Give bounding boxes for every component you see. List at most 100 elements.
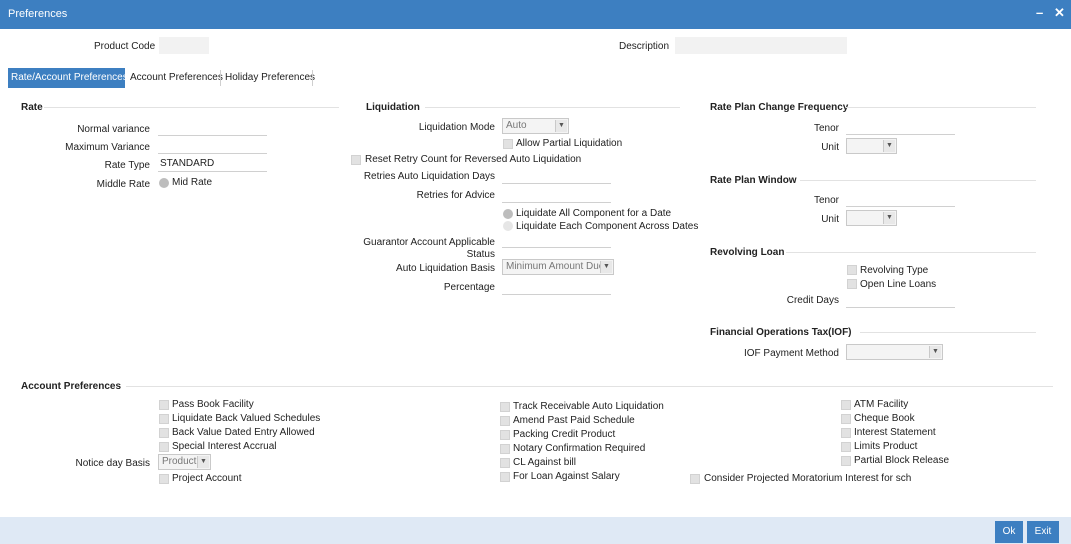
- liquidation-mode-value: Auto: [506, 120, 527, 131]
- description-label: Description: [619, 41, 670, 52]
- loan-against-salary-label: For Loan Against Salary: [513, 471, 620, 482]
- section-divider: [44, 107, 339, 108]
- exit-button[interactable]: Exit: [1027, 521, 1059, 543]
- rate-plan-window-title: Rate Plan Window: [710, 175, 797, 186]
- notary-confirmation-checkbox[interactable]: [500, 444, 510, 454]
- rate-plan-tenor-input[interactable]: [846, 119, 955, 135]
- section-divider: [800, 180, 1036, 181]
- minimize-icon[interactable]: –: [1036, 5, 1043, 20]
- track-receivable-label: Track Receivable Auto Liquidation: [513, 401, 664, 412]
- track-receivable-checkbox[interactable]: [500, 402, 510, 412]
- packing-credit-checkbox[interactable]: [500, 430, 510, 440]
- tab-account-preferences[interactable]: Account Preferences: [127, 68, 226, 88]
- rate-type-label: Rate Type: [104, 160, 150, 171]
- close-icon[interactable]: ✕: [1054, 5, 1065, 21]
- retries-auto-liquidation-input[interactable]: [502, 168, 611, 184]
- amend-past-paid-label: Amend Past Paid Schedule: [513, 415, 635, 426]
- retries-advice-input[interactable]: [502, 187, 611, 203]
- rate-plan-change-title: Rate Plan Change Frequency: [710, 102, 849, 113]
- packing-credit-label: Packing Credit Product: [513, 429, 616, 440]
- chevron-down-icon: ▼: [600, 261, 612, 273]
- revolving-type-checkbox[interactable]: [847, 265, 857, 275]
- projected-moratorium-checkbox[interactable]: [690, 474, 700, 484]
- rate-plan-window-tenor-label: Tenor: [813, 195, 839, 206]
- liquidate-back-valued-checkbox[interactable]: [159, 414, 169, 424]
- partial-block-release-checkbox[interactable]: [841, 456, 851, 466]
- notary-confirmation-label: Notary Confirmation Required: [513, 443, 646, 454]
- back-value-dated-checkbox[interactable]: [159, 428, 169, 438]
- description-input[interactable]: [675, 37, 847, 54]
- open-line-loans-checkbox[interactable]: [847, 279, 857, 289]
- retries-advice-label: Retries for Advice: [416, 190, 495, 201]
- iof-payment-method-label: IOF Payment Method: [743, 348, 839, 359]
- rate-plan-unit-select[interactable]: ▼: [846, 138, 897, 154]
- cheque-book-checkbox[interactable]: [841, 414, 851, 424]
- auto-liquidation-basis-select[interactable]: Minimum Amount Due ▼: [502, 259, 614, 275]
- liquidation-mode-label: Liquidation Mode: [418, 122, 495, 133]
- chevron-down-icon: ▼: [883, 140, 895, 152]
- liquidation-mode-select[interactable]: Auto ▼: [502, 118, 569, 134]
- section-divider: [860, 332, 1036, 333]
- percentage-label: Percentage: [443, 282, 495, 293]
- section-divider: [425, 107, 680, 108]
- normal-variance-label: Normal variance: [77, 124, 150, 135]
- liquidate-each-component-radio[interactable]: [503, 221, 513, 231]
- revolving-loan-title: Revolving Loan: [710, 247, 785, 258]
- tab-holiday-preferences[interactable]: Holiday Preferences: [222, 68, 318, 88]
- reset-retry-checkbox[interactable]: [351, 155, 361, 165]
- tab-rate-account-preferences[interactable]: Rate/Account Preferences: [8, 68, 128, 88]
- credit-days-label: Credit Days: [786, 295, 839, 306]
- liquidate-all-component-radio[interactable]: [503, 209, 513, 219]
- chevron-down-icon: ▼: [555, 120, 567, 132]
- rate-plan-window-unit-label: Unit: [821, 214, 839, 225]
- title-bar: Preferences – ✕: [0, 0, 1071, 29]
- project-account-label: Project Account: [172, 473, 242, 484]
- product-code-label: Product Code: [94, 41, 156, 52]
- interest-statement-checkbox[interactable]: [841, 428, 851, 438]
- rate-plan-window-tenor-input[interactable]: [846, 191, 955, 207]
- open-line-loans-label: Open Line Loans: [860, 279, 937, 290]
- notice-day-basis-label: Notice day Basis: [75, 458, 150, 469]
- auto-liquidation-basis-label: Auto Liquidation Basis: [396, 263, 495, 274]
- atm-facility-label: ATM Facility: [854, 399, 909, 410]
- guarantor-account-input[interactable]: [502, 232, 611, 248]
- notice-day-basis-select[interactable]: Product ▼: [158, 454, 211, 470]
- footer-bar: [0, 517, 1071, 544]
- chevron-down-icon: ▼: [883, 212, 895, 224]
- rate-plan-window-unit-select[interactable]: ▼: [846, 210, 897, 226]
- partial-block-release-label: Partial Block Release: [854, 455, 950, 466]
- section-divider: [846, 107, 1036, 108]
- special-interest-accrual-checkbox[interactable]: [159, 442, 169, 452]
- rate-section-title: Rate: [21, 102, 43, 113]
- cheque-book-label: Cheque Book: [854, 413, 915, 424]
- tab-separator: [220, 70, 221, 86]
- liquidate-each-component-label: Liquidate Each Component Across Dates: [516, 221, 699, 232]
- limits-product-checkbox[interactable]: [841, 442, 851, 452]
- cl-against-bill-checkbox[interactable]: [500, 458, 510, 468]
- pass-book-facility-label: Pass Book Facility: [172, 399, 254, 410]
- credit-days-input[interactable]: [846, 292, 955, 308]
- maximum-variance-input[interactable]: [158, 138, 267, 154]
- project-account-checkbox[interactable]: [159, 474, 169, 484]
- amend-past-paid-checkbox[interactable]: [500, 416, 510, 426]
- tab-separator: [312, 70, 313, 86]
- reset-retry-label: Reset Retry Count for Reversed Auto Liqu…: [365, 154, 582, 165]
- atm-facility-checkbox[interactable]: [841, 400, 851, 410]
- pass-book-facility-checkbox[interactable]: [159, 400, 169, 410]
- iof-payment-method-select[interactable]: ▼: [846, 344, 943, 360]
- allow-partial-liquidation-checkbox[interactable]: [503, 139, 513, 149]
- guarantor-status-label: Status: [466, 249, 495, 260]
- notice-day-basis-value: Product: [162, 456, 197, 467]
- normal-variance-input[interactable]: [158, 120, 267, 136]
- percentage-input[interactable]: [502, 279, 611, 295]
- mid-rate-radio[interactable]: [159, 178, 169, 188]
- maximum-variance-label: Maximum Variance: [65, 142, 150, 153]
- product-code-input[interactable]: [159, 37, 209, 54]
- ok-button[interactable]: Ok: [995, 521, 1023, 543]
- revolving-type-label: Revolving Type: [860, 265, 929, 276]
- rate-type-input[interactable]: STANDARD: [158, 156, 267, 172]
- loan-against-salary-checkbox[interactable]: [500, 472, 510, 482]
- iof-title: Financial Operations Tax(IOF): [710, 327, 852, 338]
- rate-plan-tenor-label: Tenor: [813, 123, 839, 134]
- limits-product-label: Limits Product: [854, 441, 918, 452]
